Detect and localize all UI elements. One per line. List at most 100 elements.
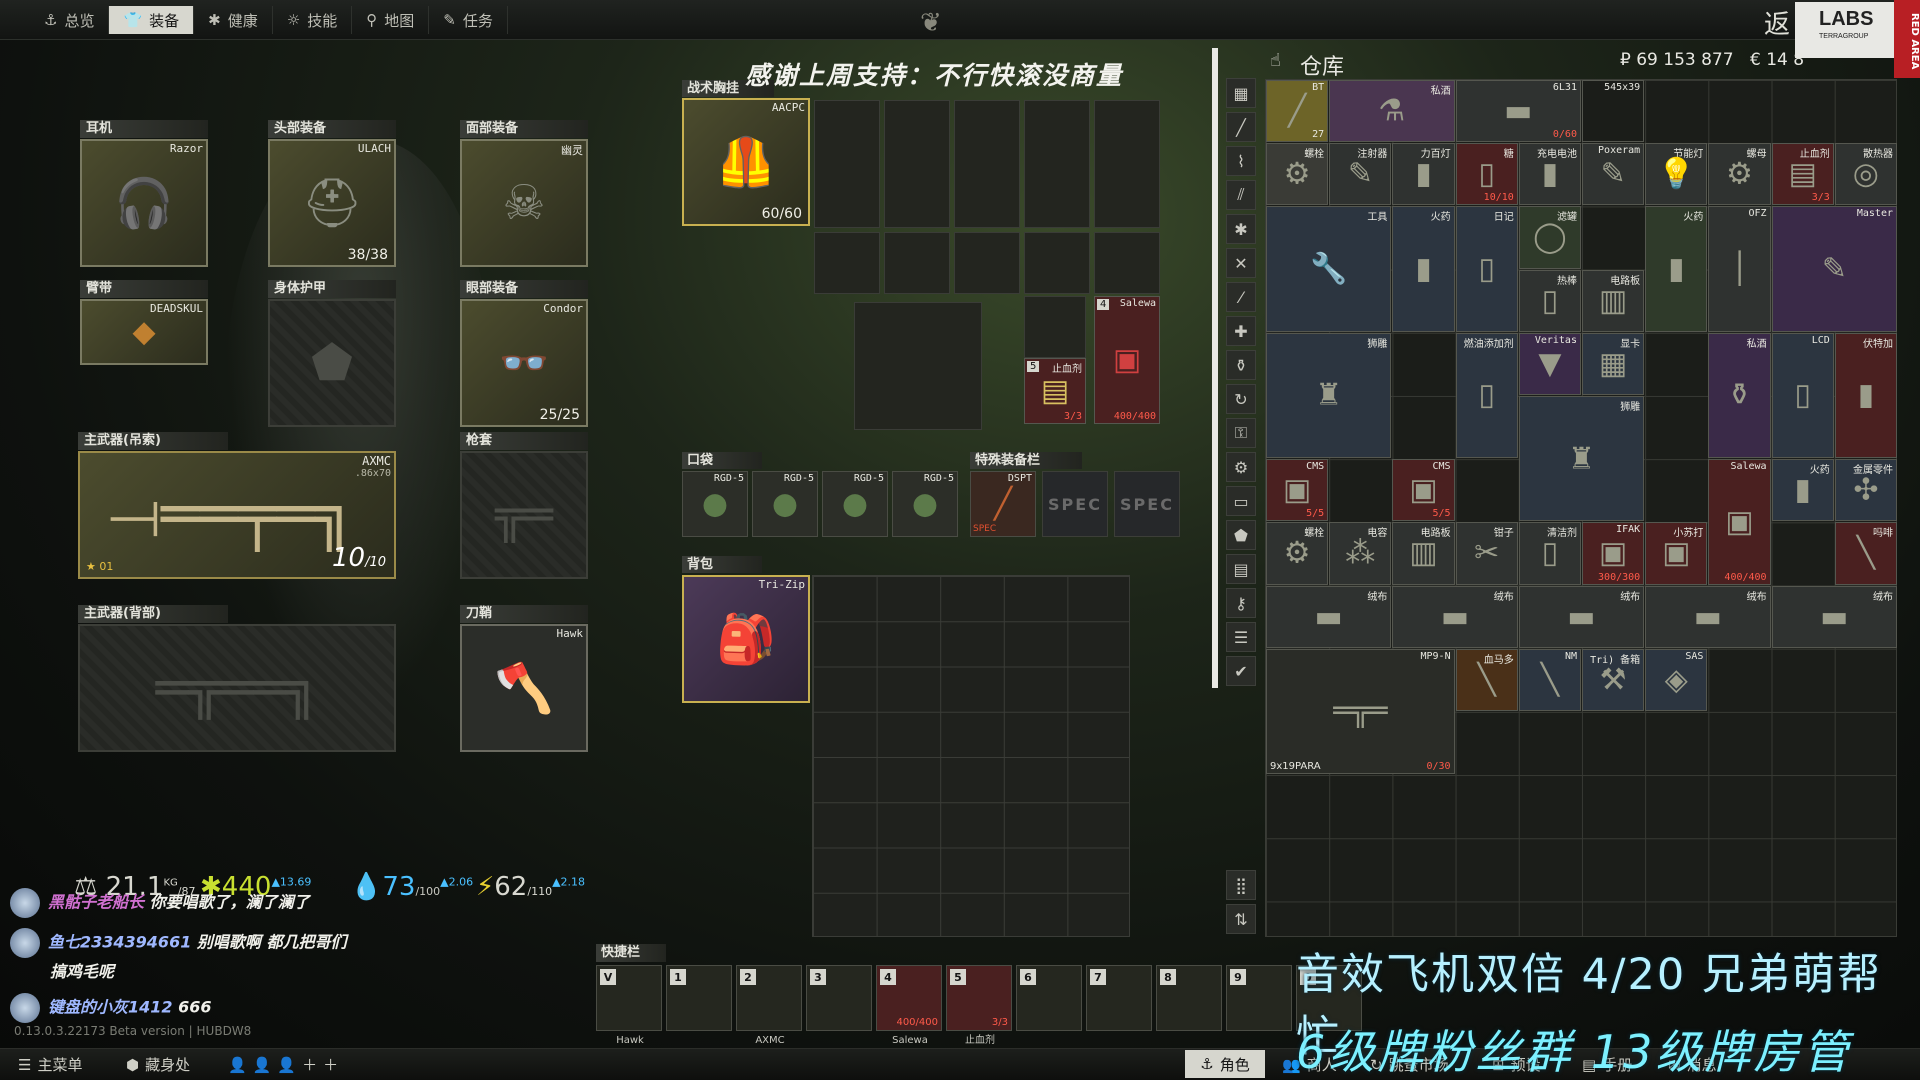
headwear-slot[interactable]: ULACH ⛑ 38/38 xyxy=(268,139,396,267)
stash-item[interactable]: MP9-N ═╦═ 0/30 9x19PARA xyxy=(1266,648,1455,775)
stash-item[interactable]: 绒布 ▬ xyxy=(1266,585,1392,648)
sort-grid-icon[interactable]: ⣿ xyxy=(1226,870,1256,900)
stash-item[interactable]: OFZ │ xyxy=(1708,206,1771,332)
quickbar-slot[interactable]: 3 xyxy=(806,965,872,1031)
rig-hemostat-item[interactable]: 5 止血剂 ▤ 3/3 xyxy=(1024,358,1086,424)
stash-item[interactable]: Poxeram ✎ xyxy=(1582,143,1645,206)
filter-ammo-icon[interactable]: ⫽ xyxy=(1226,180,1256,210)
special-slot-dspt[interactable]: DSPT ╱ SPEC xyxy=(970,471,1036,537)
stash-item[interactable]: 显卡 ▦ xyxy=(1582,332,1645,395)
stash-item[interactable]: 伏特加 ▮ xyxy=(1834,332,1897,459)
stash-item[interactable]: 工具 🔧 xyxy=(1266,206,1392,332)
filter-keys-icon[interactable]: ⚿ xyxy=(1226,418,1256,448)
stash-item[interactable]: 力百灯 ▮ xyxy=(1392,143,1455,206)
stash-grid[interactable]: BT ╱ 27 私酒 ⚗ 6L31 ▬ 0/60 545x39 螺栓 ⚙ 注射器 ✎ 力百灯 ▮ 糖 ▯ 10/1… xyxy=(1265,79,1897,937)
stash-item[interactable]: 电路板 ▥ xyxy=(1392,522,1455,585)
back-button[interactable]: 返 xyxy=(1764,4,1790,41)
filter-weapons-icon[interactable]: ╱ xyxy=(1226,112,1256,142)
stash-item[interactable]: Salewa ▣ 400/400 xyxy=(1708,459,1771,585)
scabbard-slot[interactable]: Hawk 🪓 xyxy=(460,624,588,752)
rig-cell[interactable] xyxy=(884,100,950,228)
filter-checked-icon[interactable]: ✔ xyxy=(1226,656,1256,686)
quickbar-slot[interactable]: 4 400/400 Salewa xyxy=(876,965,942,1046)
stash-item[interactable]: 止血剂 ▤ 3/3 xyxy=(1771,143,1834,206)
backpack-grid[interactable] xyxy=(812,575,1130,937)
rig-cell[interactable] xyxy=(814,100,880,228)
rig-cell[interactable] xyxy=(814,232,880,294)
stash-item[interactable]: 滤罐 ◯ xyxy=(1518,206,1581,269)
special-slot-empty[interactable]: SPEC xyxy=(1042,471,1108,537)
tab-skills[interactable]: ☼ 技能 xyxy=(273,6,353,34)
eyewear-slot[interactable]: Condor 👓 25/25 xyxy=(460,299,588,427)
stash-item[interactable]: 小苏打 ▣ xyxy=(1645,522,1708,585)
quickbar-slot[interactable]: 6 xyxy=(1016,965,1082,1031)
stash-item[interactable]: 电路板 ▥ xyxy=(1582,269,1645,332)
stash-item[interactable]: 6L31 ▬ 0/60 xyxy=(1455,80,1581,143)
filter-containers-icon[interactable]: ⚙ xyxy=(1226,452,1256,482)
stash-item[interactable]: 糖 ▯ 10/10 xyxy=(1455,143,1518,206)
stash-item[interactable]: Veritas ▼ xyxy=(1518,332,1581,395)
rig-cell[interactable] xyxy=(854,302,982,430)
quickbar-slot[interactable]: 7 xyxy=(1086,965,1152,1031)
stash-item[interactable]: 绒布 ▬ xyxy=(1392,585,1518,648)
pocket-slot[interactable]: RGD-5 ● xyxy=(892,471,958,537)
stash-item[interactable]: 绒布 ▬ xyxy=(1645,585,1771,648)
tab-map[interactable]: ⚲ 地图 xyxy=(352,6,430,34)
pocket-slot[interactable]: RGD-5 ● xyxy=(682,471,748,537)
body-armor-slot[interactable]: ⬟ xyxy=(268,299,396,427)
stash-item[interactable]: 绒布 ▬ xyxy=(1771,585,1897,648)
stash-item[interactable]: 螺母 ⚙ xyxy=(1708,143,1771,206)
rig-salewa-item[interactable]: 4 Salewa ▣ 400/400 xyxy=(1094,296,1160,424)
filter-armor-icon[interactable]: ⬟ xyxy=(1226,520,1256,550)
stash-item[interactable]: 节能灯 💡 xyxy=(1645,143,1708,206)
tab-tasks[interactable]: ✎ 任务 xyxy=(429,6,508,34)
character-button[interactable]: ⚓ 角色 xyxy=(1185,1050,1265,1078)
filter-special-icon[interactable]: ⚷ xyxy=(1226,588,1256,618)
stash-item[interactable]: IFAK ▣ 300/300 xyxy=(1582,522,1645,585)
stash-item[interactable]: 狮雕 ♜ xyxy=(1266,332,1392,459)
tab-health[interactable]: ✱ 健康 xyxy=(194,6,273,34)
quickbar-slot[interactable]: 8 xyxy=(1156,965,1222,1031)
stash-item[interactable]: 私酒 ⚗ xyxy=(1329,80,1455,143)
rig-cell[interactable] xyxy=(1094,232,1160,294)
stash-item[interactable]: 充电电池 ▮ xyxy=(1518,143,1581,206)
stash-item[interactable]: LCD ▯ xyxy=(1771,332,1834,459)
rig-cell[interactable] xyxy=(884,232,950,294)
stash-item[interactable]: 清洁剂 ▯ xyxy=(1518,522,1581,585)
stash-item[interactable]: 散热器 ◎ xyxy=(1834,143,1897,206)
rig-slot[interactable]: AACPC 🦺 60/60 xyxy=(682,98,810,226)
stash-item[interactable]: 私酒 ⚱ xyxy=(1708,332,1771,459)
pocket-slot[interactable]: RGD-5 ● xyxy=(822,471,888,537)
stash-item[interactable]: 钳子 ✂ xyxy=(1455,522,1518,585)
stash-item[interactable]: 注射器 ✎ xyxy=(1329,143,1392,206)
stash-item[interactable]: 日记 ▯ xyxy=(1455,206,1518,332)
stash-item[interactable]: 火药 ▮ xyxy=(1771,459,1834,522)
hideout-button[interactable]: ⬢ 藏身处 xyxy=(126,1054,190,1075)
tab-overview[interactable]: ⚓ 总览 xyxy=(30,6,110,34)
primary-back-slot[interactable]: ═╦══╗ xyxy=(78,624,396,752)
pocket-slot[interactable]: RGD-5 ● xyxy=(752,471,818,537)
quickbar-slot[interactable]: 5 3/3 止血剂 xyxy=(946,965,1012,1046)
backpack-slot[interactable]: Tri-Zip 🎒 xyxy=(682,575,810,703)
stash-item[interactable]: CMS ▣ 5/5 xyxy=(1266,459,1329,522)
friends-buttons[interactable]: 👤 👤 👤 ＋ ＋ xyxy=(228,1054,338,1075)
face-cover-slot[interactable]: 幽灵 ☠ xyxy=(460,139,588,267)
rig-cell[interactable] xyxy=(1024,296,1086,358)
tab-gear[interactable]: 👕 装备 xyxy=(109,6,195,34)
stash-item[interactable]: 螺栓 ⚙ xyxy=(1266,522,1329,585)
filter-mods-icon[interactable]: ✱ xyxy=(1226,214,1256,244)
filter-notes-icon[interactable]: ☰ xyxy=(1226,622,1256,652)
stash-item[interactable]: 金属零件 ✣ xyxy=(1834,459,1897,522)
holster-slot[interactable]: ╦═ xyxy=(460,451,588,579)
stash-item[interactable]: CMS ▣ 5/5 xyxy=(1392,459,1455,522)
quickbar-slot[interactable]: 9 xyxy=(1226,965,1292,1031)
armband-slot[interactable]: DEADSKUL ◆ xyxy=(80,299,208,365)
stash-item[interactable]: 545x39 xyxy=(1582,80,1645,143)
quickbar-slot[interactable]: 2 AXMC xyxy=(736,965,802,1046)
filter-food-icon[interactable]: ⚱ xyxy=(1226,350,1256,380)
stash-item[interactable]: 狮雕 ♜ xyxy=(1518,396,1645,522)
rig-cell[interactable] xyxy=(1024,100,1090,228)
stash-item[interactable]: 螺栓 ⚙ xyxy=(1266,143,1329,206)
rig-cell[interactable] xyxy=(1024,232,1090,294)
stash-item[interactable]: BT ╱ 27 xyxy=(1266,80,1329,143)
